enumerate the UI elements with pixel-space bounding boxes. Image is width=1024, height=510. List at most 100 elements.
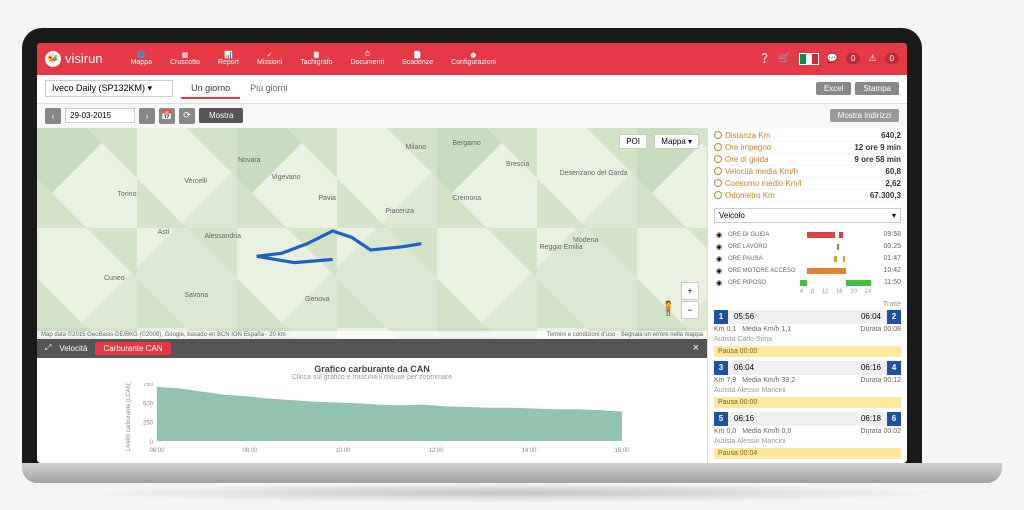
prev-day-button[interactable]: ‹	[45, 108, 61, 124]
nav-report[interactable]: 📊 Report	[210, 49, 247, 68]
stat-value: 9 ore 58 min	[854, 155, 901, 164]
vehicle-select[interactable]: Iveco Daily (SP132KM) ▾	[45, 80, 173, 97]
stat-label: Ore impegno	[714, 143, 771, 152]
refresh-button[interactable]: ⟳	[179, 108, 195, 124]
y-tick: 750	[143, 383, 154, 388]
x-tick: 14:00	[521, 448, 537, 453]
timeline-icon: ◉	[714, 254, 724, 264]
chat-icon[interactable]: 💬	[827, 53, 838, 64]
nav-icon: 📋	[312, 51, 321, 59]
stat-label: Consumo medio Km/l	[714, 179, 801, 188]
chart-tab-velocità[interactable]: Velocità	[51, 342, 95, 355]
y-tick: 0	[150, 440, 154, 446]
show-button[interactable]: Mostra	[199, 108, 243, 123]
nav-cruscotto[interactable]: ▦ Cruscotto	[162, 49, 208, 68]
nav-label: Cruscotto	[170, 59, 200, 66]
stat-label: Ore di guida	[714, 155, 769, 164]
timeline-axis: 4812162024	[796, 289, 875, 295]
nav-missioni[interactable]: ✓ Missioni	[249, 49, 290, 68]
tab-un-giorno[interactable]: Un giorno	[181, 79, 240, 99]
y-axis-label: Livello carburante (LCAN) (L)	[126, 383, 132, 451]
trip-end-time: 06:18	[808, 414, 888, 423]
nav-icon: 📊	[224, 51, 233, 59]
nav-mappa[interactable]: 🌐 Mappa	[123, 49, 160, 68]
city-label: Reggio Emilia	[540, 244, 583, 251]
stat-icon	[714, 131, 722, 139]
logo[interactable]: 🐝 visirun	[45, 51, 103, 67]
flag-it-icon[interactable]	[799, 53, 819, 65]
date-input[interactable]	[65, 108, 135, 123]
close-chart-button[interactable]: ×	[693, 342, 699, 354]
date-toolbar: ‹ › 📅 ⟳ Mostra Mostra indirizzi	[37, 104, 907, 128]
timeline-bar	[800, 256, 871, 262]
nav-icon: 📄	[413, 51, 422, 59]
trip-start-num: 1	[714, 310, 728, 324]
poi-button[interactable]: POI	[619, 134, 647, 149]
timeline-row: ◉ ORE MOTORE ACCESO 10:42	[714, 265, 901, 277]
chart-tab-bar: ⤢ VelocitàCarburante CAN ×	[37, 339, 707, 358]
timeline-value: 00:25	[875, 243, 901, 250]
show-addresses-button[interactable]: Mostra indirizzi	[830, 109, 899, 122]
trip-header[interactable]: 1 05:56 06:04 2	[714, 310, 901, 324]
calendar-button[interactable]: 📅	[159, 108, 175, 124]
trip-details: Km 0,1Media Km/h 1,1Durata 00:08	[714, 324, 901, 335]
nav-tachigrafo[interactable]: 📋 Tachigrafo	[292, 49, 340, 68]
tab-più-giorni[interactable]: Più giorni	[240, 79, 298, 99]
timeline-value: 09:58	[875, 231, 901, 238]
city-label: Bergamo	[452, 140, 480, 147]
stat-icon	[714, 143, 722, 151]
stat-value: 640,2	[881, 131, 901, 140]
city-label: Vigevano	[272, 174, 301, 181]
x-tick: 12:00	[428, 448, 444, 453]
zoom-out-button[interactable]: −	[681, 301, 699, 319]
alert-icon[interactable]: ⚠	[868, 53, 876, 64]
map-canvas[interactable]: MilanoTorinoPiacenzaVigevanoNovaraAlessa…	[37, 128, 707, 339]
trip-item: 1 05:56 06:04 2 Km 0,1Media Km/h 1,1Dura…	[714, 310, 901, 357]
nav-scadenze[interactable]: 📄 Scadenze	[394, 49, 441, 68]
stat-value: 60,8	[885, 167, 901, 176]
zoom-in-button[interactable]: +	[681, 282, 699, 300]
chart-title: Grafico carburante da CAN	[43, 364, 701, 374]
nav-documenti[interactable]: ⏱ Documenti	[343, 49, 392, 68]
help-icon[interactable]: ❔	[759, 53, 770, 64]
cart-icon[interactable]: 🛒	[778, 53, 790, 64]
city-label: Savona	[184, 292, 208, 299]
timeline-icon: ◉	[714, 266, 724, 276]
logo-icon: 🐝	[45, 51, 61, 67]
stat-row: Distanza Km 640,2	[714, 130, 901, 142]
print-button[interactable]: Stampa	[855, 82, 899, 95]
next-day-button[interactable]: ›	[139, 108, 155, 124]
vehicle-dropdown[interactable]: Veicolo▾	[714, 208, 901, 223]
timeline-value: 11:50	[875, 279, 901, 286]
excel-button[interactable]: Excel	[816, 82, 852, 95]
nav-icon: ⏱	[365, 51, 370, 59]
trip-end-time: 06:04	[808, 312, 888, 321]
city-label: Modena	[573, 237, 598, 244]
trip-driver: Autista Carlo Sima	[714, 335, 901, 344]
trip-details: Km 7,9Media Km/h 39,2Durata 00:12	[714, 375, 901, 386]
timeline-label: ORE LAVORO	[728, 244, 796, 250]
trip-header[interactable]: 3 06:04 06:16 4	[714, 361, 901, 375]
trip-start-time: 06:04	[728, 363, 808, 372]
trip-driver: Autista Alessio Mancini	[714, 437, 901, 446]
trip-start-num: 5	[714, 412, 728, 426]
pegman-icon[interactable]: 🧍	[660, 300, 677, 317]
nav-configurazioni[interactable]: ⏰ Configurazioni	[443, 49, 504, 68]
city-label: Novara	[238, 157, 261, 164]
fuel-chart[interactable]: 025050075006:0008:0010:0012:0014:0016:00…	[43, 383, 701, 453]
trip-start-time: 06:16	[728, 414, 808, 423]
badge-1[interactable]: 0	[846, 53, 860, 64]
trip-details: Km 0,0Media Km/h 0,0Durata 00:02	[714, 426, 901, 437]
chart-tab-carburante-can[interactable]: Carburante CAN	[95, 342, 170, 355]
x-tick: 08:00	[242, 448, 258, 453]
timeline-row: ◉ ORE DI GUIDA 09:58	[714, 229, 901, 241]
badge-2[interactable]: 0	[885, 53, 899, 64]
city-label: Milano	[406, 144, 427, 151]
nav-label: Documenti	[351, 59, 384, 66]
nav-label: Configurazioni	[451, 59, 496, 66]
timeline-bar	[800, 268, 871, 274]
stat-value: 2,62	[885, 179, 901, 188]
vehicle-select-label: Iveco Daily (SP132KM)	[52, 83, 145, 93]
map-type-button[interactable]: Mappa ▾	[654, 134, 699, 149]
trip-header[interactable]: 5 06:16 06:18 6	[714, 412, 901, 426]
